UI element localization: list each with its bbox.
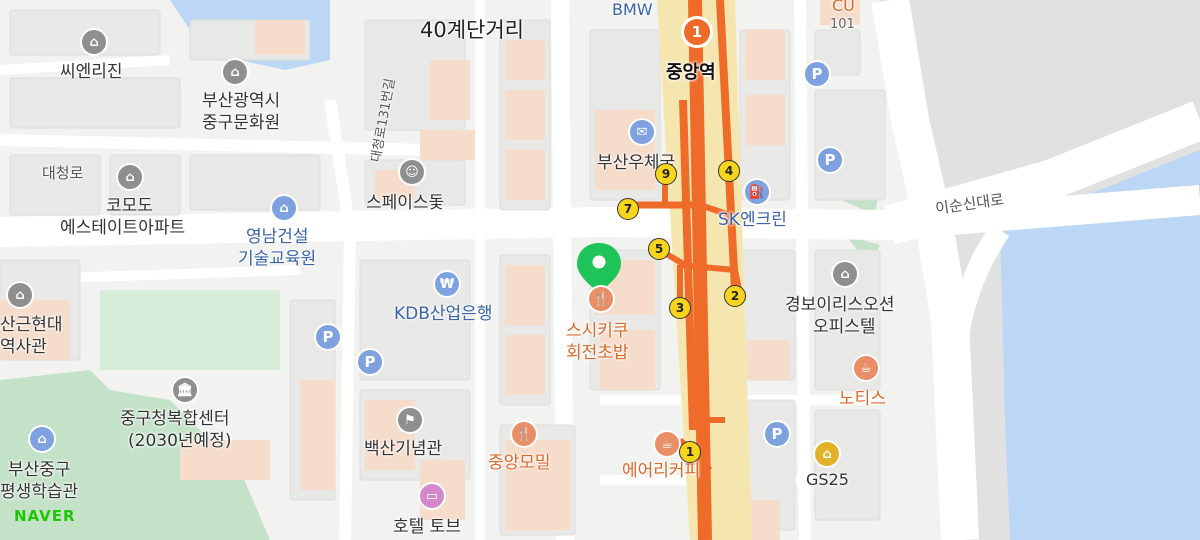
won-icon[interactable]: ₩ [435, 272, 459, 296]
sushi-line2[interactable]: 회전초밥 [566, 338, 629, 363]
parking-icon[interactable]: P [805, 62, 829, 86]
cafe-cup-icon[interactable]: ☕ [655, 432, 679, 456]
parking-icon[interactable]: P [358, 350, 382, 374]
store-basket-icon[interactable]: ⌂ [815, 442, 839, 466]
parking-icon[interactable]: P [818, 148, 842, 172]
hotel-label[interactable]: 호텔 토브 [393, 512, 461, 537]
exit-9[interactable]: 9 [655, 163, 677, 185]
exit-7[interactable]: 7 [617, 198, 639, 220]
building-icon[interactable]: ⌂ [30, 427, 54, 451]
scen-label[interactable]: 씨엔리진 [60, 57, 123, 82]
exit-4[interactable]: 4 [718, 160, 740, 182]
cafe-cup-icon[interactable]: ☕ [854, 356, 878, 380]
yeongnam-line2[interactable]: 기술교육원 [238, 244, 316, 269]
building-icon[interactable]: ⌂ [833, 262, 857, 286]
fork-knife-icon[interactable]: 🍴 [589, 287, 613, 311]
building-icon[interactable]: ⌂ [82, 30, 106, 54]
baeksan-label[interactable]: 백산기념관 [364, 434, 442, 459]
cu-number: 101 [830, 17, 855, 32]
road-label-daecheong: 대청로 [42, 164, 84, 182]
space-label[interactable]: 스페이스돛 [366, 188, 444, 213]
flag-icon[interactable]: ⚑ [398, 408, 422, 432]
museum-line2[interactable]: 역사관 [0, 332, 47, 357]
jungang-momil-label[interactable]: 중앙모밀 [488, 448, 551, 473]
kdb-label[interactable]: KDB산업은행 [394, 299, 492, 324]
noteus-label[interactable]: 노티스 [839, 384, 886, 409]
gas-station-icon[interactable]: ⛽ [745, 180, 769, 204]
parking-icon[interactable]: P [316, 325, 340, 349]
map-canvas[interactable]: 40계단거리 BMW CU 101 ⌂ 씨엔리진 ⌂ 부산광역시 중구문화원 대… [0, 0, 1200, 540]
museum-icon[interactable]: 🏛 [173, 378, 197, 402]
exit-2[interactable]: 2 [724, 285, 746, 307]
theatre-mask-icon[interactable]: ☺ [400, 160, 424, 184]
building-icon[interactable]: ⌂ [223, 60, 247, 84]
map-base [0, 0, 1200, 540]
exit-1[interactable]: 1 [679, 441, 701, 463]
subway-line-badge[interactable]: 1 [681, 16, 713, 48]
exit-3[interactable]: 3 [669, 297, 691, 319]
cultural-center-line2[interactable]: 중구문화원 [202, 108, 280, 133]
hotel-bed-icon[interactable]: ▭ [420, 484, 444, 508]
post-office-icon[interactable]: ✉ [630, 120, 654, 144]
sk-label[interactable]: SK엔크린 [718, 205, 787, 230]
naver-logo: NAVER [14, 507, 76, 525]
gyeongbo-line2[interactable]: 오피스텔 [813, 312, 876, 337]
bmw-label: BMW [612, 0, 653, 19]
komodo-line2[interactable]: 에스테이트아파트 [60, 213, 185, 238]
parking-icon[interactable]: P [765, 422, 789, 446]
station-label[interactable]: 중앙역 [666, 58, 716, 84]
fork-knife-icon[interactable]: 🍴 [512, 422, 536, 446]
building-icon[interactable]: ⌂ [118, 165, 142, 189]
complex-line2[interactable]: (2030년예정) [128, 426, 231, 451]
building-icon[interactable]: ⌂ [272, 196, 296, 220]
exit-5[interactable]: 5 [648, 238, 670, 260]
gs25-label[interactable]: GS25 [806, 470, 849, 489]
museum-icon[interactable]: ⌂ [8, 283, 32, 307]
area-label-40-steps: 40계단거리 [420, 18, 525, 42]
cu-label: CU [832, 0, 855, 15]
lifelong-line2[interactable]: 평생학습관 [0, 477, 78, 502]
